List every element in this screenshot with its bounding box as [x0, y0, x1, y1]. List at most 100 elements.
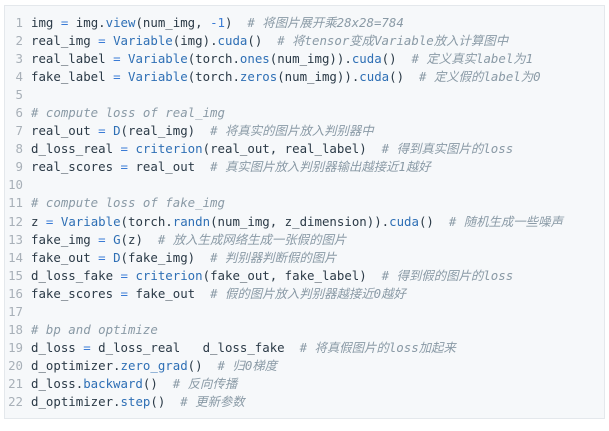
code-line[interactable]: 20 d_optimizer.zero_grad() # 归0梯度: [5, 357, 604, 375]
code-token: (real_img): [120, 123, 211, 139]
code-line[interactable]: 16 fake_scores = fake_out # 假的图片放入判别器越接近0…: [5, 285, 604, 303]
code-token: (img).: [172, 33, 218, 49]
code-line[interactable]: 3 real_label = Variable(torch.ones(num_im…: [5, 50, 604, 68]
code-line[interactable]: 17: [5, 303, 604, 321]
code-function: G: [113, 231, 121, 247]
code-text: d_optimizer.step() # 更新参数: [31, 393, 604, 411]
code-token: (): [187, 357, 218, 373]
code-line[interactable]: 8 d_loss_real = criterion(real_out, real_…: [5, 140, 604, 158]
code-line[interactable]: 9 real_scores = real_out # 真实图片放入判别器输出越接近…: [5, 158, 604, 176]
line-number: 2: [15, 33, 23, 49]
code-line[interactable]: 18 # bp and optimize: [5, 321, 604, 339]
code-function: D: [113, 249, 121, 265]
code-function: criterion: [135, 141, 203, 157]
code-comment: # 随机生成一些噪声: [448, 213, 563, 229]
code-line[interactable]: 15 d_loss_fake = criterion(fake_out, fake…: [5, 267, 604, 285]
code-token: real_scores: [31, 159, 121, 175]
code-comment: # 得到真实图片的loss: [381, 141, 514, 157]
code-function: cuda: [389, 213, 419, 229]
code-line[interactable]: 19 d_loss = d_loss_real d_loss_fake # 将真假…: [5, 339, 604, 357]
code-token: d_loss.: [31, 375, 84, 391]
code-token: (): [418, 213, 449, 229]
code-function: randn: [172, 213, 211, 229]
code-token: real_label: [31, 51, 114, 67]
code-operator: =: [98, 249, 106, 265]
code-line[interactable]: 22 d_optimizer.step() # 更新参数: [5, 393, 604, 411]
code-text: img = img.view(num_img, -1) # 将图片展开乘28x2…: [31, 14, 604, 32]
code-function: criterion: [135, 267, 203, 283]
code-text: real_scores = real_out # 真实图片放入判别器输出越接近1…: [31, 158, 604, 176]
code-line[interactable]: 13 fake_img = G(z) # 放入生成网络生成一张假的图片: [5, 231, 604, 249]
code-token: (real_out, real_label): [202, 141, 382, 157]
code-operator: =: [83, 339, 91, 355]
code-comment: # 判别器判断假的图片: [210, 249, 337, 265]
code-line[interactable]: 14 fake_out = D(fake_img) # 判别器判断假的图片: [5, 249, 604, 267]
code-token: real_img: [31, 33, 99, 49]
code-operator: =: [120, 159, 128, 175]
code-comment: # 将图片展开乘28x28=784: [247, 15, 404, 30]
code-line[interactable]: 11 # compute loss of fake_img: [5, 194, 604, 212]
code-lines: 1 img = img.view(num_img, -1) # 将图片展开乘28x…: [5, 6, 604, 411]
code-token: (num_img, z_dimension)).: [210, 213, 390, 229]
line-number: 18: [8, 321, 23, 337]
code-text: real_label = Variable(torch.ones(num_img…: [31, 50, 604, 68]
code-text: # bp and optimize: [31, 321, 604, 339]
code-text: real_img = Variable(img).cuda() # 将tenso…: [31, 32, 604, 50]
code-text: d_loss_fake = criterion(fake_out, fake_l…: [31, 267, 604, 285]
code-text: d_loss.backward() # 反向传播: [31, 375, 604, 393]
code-function: Variable: [128, 51, 188, 67]
code-operator: =: [120, 267, 128, 283]
code-line[interactable]: 10: [5, 176, 604, 194]
code-line[interactable]: 7 real_out = D(real_img) # 将真实的图片放入判别器中: [5, 122, 604, 140]
code-text: d_loss_real = criterion(real_out, real_l…: [31, 140, 604, 158]
code-comment: # 得到假的图片的loss: [381, 267, 514, 283]
code-comment: # 定义真实label为1: [411, 51, 534, 67]
code-token: (): [150, 393, 181, 409]
code-line[interactable]: 12 z = Variable(torch.randn(num_img, z_di…: [5, 213, 604, 231]
code-token: (num_img)).: [269, 51, 352, 67]
code-token: (torch.: [187, 51, 240, 67]
line-number: 15: [8, 267, 23, 283]
line-number: 8: [15, 141, 23, 157]
code-token: fake_scores: [31, 285, 121, 301]
line-number: 21: [8, 375, 23, 391]
code-text: # compute loss of fake_img: [31, 194, 604, 212]
code-function: Variable: [113, 33, 173, 49]
code-token: fake_out: [128, 285, 211, 301]
code-comment: # 真实图片放入判别器输出越接近1越好: [210, 159, 431, 175]
code-operator: =: [120, 141, 128, 157]
code-line[interactable]: 4 fake_label = Variable(torch.zeros(num_i…: [5, 68, 604, 86]
code-comment: # 将真实的图片放入判别器中: [210, 123, 374, 139]
line-number: 5: [15, 87, 23, 103]
line-number: 12: [8, 213, 23, 229]
line-number: 11: [8, 195, 23, 211]
code-token: (): [389, 69, 419, 85]
code-line[interactable]: 6 # compute loss of real_img: [5, 104, 604, 122]
code-token: real_out: [128, 159, 211, 175]
code-comment: # 假的图片放入判别器越接近0越好: [210, 285, 406, 301]
code-operator: =: [120, 285, 128, 301]
code-comment: # 反向传播: [172, 375, 238, 391]
code-comment: # 放入生成网络生成一张假的图片: [157, 231, 347, 247]
code-operator: =: [113, 51, 121, 67]
code-comment: # 更新参数: [180, 393, 245, 409]
code-token: (num_img,: [135, 15, 211, 30]
code-line[interactable]: 1 img = img.view(num_img, -1) # 将图片展开乘28x…: [5, 14, 604, 32]
code-token: d_loss_real: [31, 141, 121, 157]
code-operator: =: [98, 231, 106, 247]
code-token: d_optimizer.: [31, 357, 121, 373]
code-line[interactable]: 2 real_img = Variable(img).cuda() # 将tens…: [5, 32, 604, 50]
code-operator: =: [98, 123, 106, 139]
code-line[interactable]: 5: [5, 86, 604, 104]
code-text: # compute loss of real_img: [31, 104, 604, 122]
code-line[interactable]: 21 d_loss.backward() # 反向传播: [5, 375, 604, 393]
line-number: 3: [15, 51, 23, 67]
code-token: (torch.: [120, 213, 173, 229]
code-token: (num_img)).: [277, 69, 360, 85]
line-number: 16: [8, 285, 23, 301]
code-function: view: [105, 15, 136, 30]
code-editor[interactable]: 1 img = img.view(num_img, -1) # 将图片展开乘28x…: [4, 5, 605, 419]
code-comment: # compute loss of real_img: [31, 105, 225, 121]
